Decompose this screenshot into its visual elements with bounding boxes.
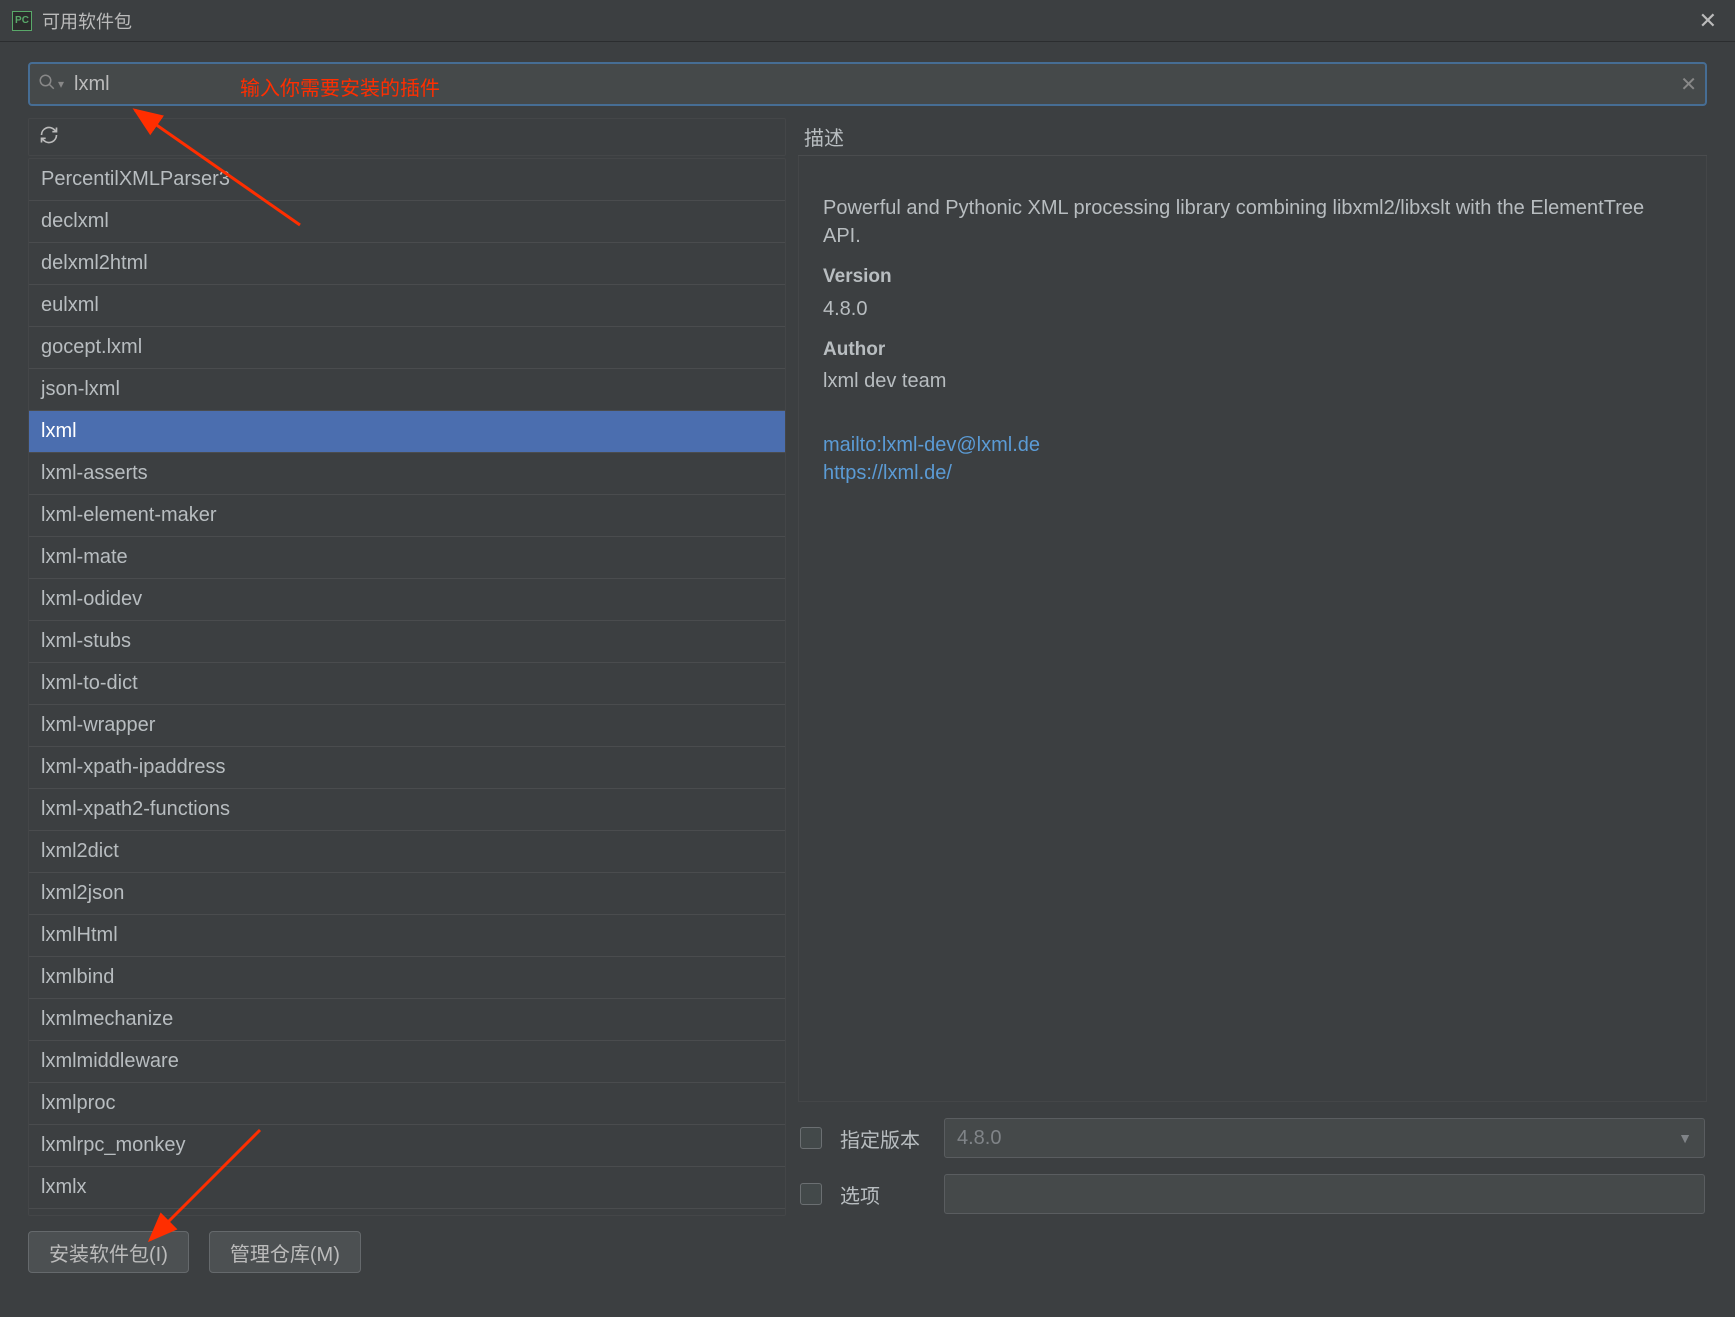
package-item[interactable]: declxml	[29, 201, 785, 243]
refresh-bar	[28, 118, 786, 156]
chevron-down-icon: ▼	[1678, 1130, 1692, 1146]
mailto-link[interactable]: mailto:lxml-dev@lxml.de	[823, 431, 1682, 459]
package-item[interactable]: lxmlproc	[29, 1083, 785, 1125]
version-select[interactable]: 4.8.0 ▼	[944, 1118, 1705, 1158]
package-item[interactable]: lxmlmechanize	[29, 999, 785, 1041]
package-item[interactable]: lxml-mate	[29, 537, 785, 579]
homepage-link[interactable]: https://lxml.de/	[823, 459, 1682, 487]
options-checkbox[interactable]	[800, 1183, 822, 1205]
version-label: Version	[823, 264, 1682, 291]
package-item[interactable]: lxml-odidev	[29, 579, 785, 621]
package-item[interactable]: lxml-xpath2-functions	[29, 789, 785, 831]
install-button-label: 安装软件包(I)	[49, 1238, 168, 1267]
titlebar: PC 可用软件包 ✕	[0, 0, 1735, 42]
description-body: Powerful and Pythonic XML processing lib…	[798, 156, 1707, 1102]
options-input[interactable]	[944, 1174, 1705, 1214]
package-item[interactable]: lxml2dict	[29, 831, 785, 873]
package-item[interactable]: lxml-element-maker	[29, 495, 785, 537]
package-item[interactable]: lxml2json	[29, 873, 785, 915]
package-item[interactable]: lxml-stubs	[29, 621, 785, 663]
refresh-icon[interactable]	[39, 125, 59, 150]
install-button[interactable]: 安装软件包(I)	[28, 1231, 189, 1273]
package-list[interactable]: PercentilXMLParser3declxmldelxml2htmleul…	[28, 158, 786, 1216]
package-item[interactable]: gocept.lxml	[29, 327, 785, 369]
package-item[interactable]: lxml-xpath-ipaddress	[29, 747, 785, 789]
description-header: 描述	[798, 118, 1707, 156]
version-value: 4.8.0	[823, 295, 1682, 323]
search-options-caret-icon[interactable]: ▾	[58, 77, 64, 91]
package-item[interactable]: eulxml	[29, 285, 785, 327]
version-select-value: 4.8.0	[957, 1127, 1001, 1150]
search-icon	[38, 73, 56, 96]
specify-version-label: 指定版本	[840, 1124, 926, 1153]
manage-repos-label: 管理仓库(M)	[230, 1238, 340, 1267]
specify-version-checkbox[interactable]	[800, 1127, 822, 1149]
manage-repos-button[interactable]: 管理仓库(M)	[209, 1231, 361, 1273]
package-item[interactable]: lxmlmiddleware	[29, 1041, 785, 1083]
description-text: Powerful and Pythonic XML processing lib…	[823, 194, 1682, 250]
package-item[interactable]: lxmlx	[29, 1167, 785, 1209]
author-label: Author	[823, 337, 1682, 364]
package-item[interactable]: lxmlrpc_monkey	[29, 1125, 785, 1167]
dialog-footer: 安装软件包(I) 管理仓库(M)	[0, 1216, 1735, 1288]
author-value: lxml dev team	[823, 367, 1682, 395]
package-item[interactable]: lxml-asserts	[29, 453, 785, 495]
search-field[interactable]: ▾ ✕ 输入你需要安装的插件	[28, 62, 1707, 106]
package-item[interactable]: lxmlbind	[29, 957, 785, 999]
close-icon[interactable]: ✕	[1693, 8, 1723, 34]
install-options: 指定版本 4.8.0 ▼ 选项	[798, 1114, 1707, 1216]
window-title: 可用软件包	[42, 8, 132, 34]
search-input[interactable]	[74, 73, 1680, 96]
package-item[interactable]: lxmlHtml	[29, 915, 785, 957]
package-item[interactable]: PercentilXMLParser3	[29, 159, 785, 201]
details-pane: 描述 Powerful and Pythonic XML processing …	[798, 118, 1707, 1216]
clear-icon[interactable]: ✕	[1680, 72, 1697, 97]
package-item[interactable]: lxml-wrapper	[29, 705, 785, 747]
package-item[interactable]: lxml-to-dict	[29, 663, 785, 705]
package-item[interactable]: json-lxml	[29, 369, 785, 411]
package-item[interactable]: lxml	[29, 411, 785, 453]
package-item[interactable]: delxml2html	[29, 243, 785, 285]
options-label: 选项	[840, 1180, 926, 1209]
pycharm-icon: PC	[12, 11, 32, 31]
package-list-pane: PercentilXMLParser3declxmldelxml2htmleul…	[28, 118, 786, 1216]
